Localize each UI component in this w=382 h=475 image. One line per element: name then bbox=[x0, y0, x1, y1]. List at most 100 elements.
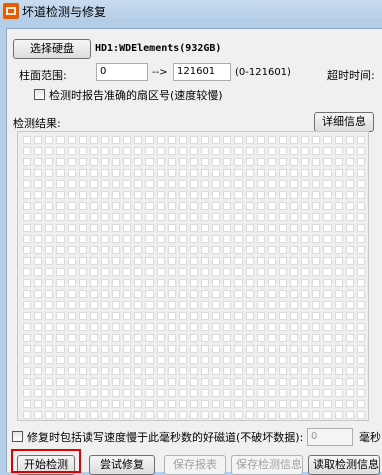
grid-cell bbox=[278, 257, 288, 265]
grid-cell bbox=[323, 411, 332, 419]
grid-cell bbox=[167, 180, 176, 188]
grid-cell bbox=[278, 312, 288, 320]
grid-cell bbox=[78, 279, 87, 287]
grid-cell bbox=[145, 191, 154, 199]
grid-cell bbox=[123, 257, 132, 265]
grid-cell bbox=[212, 345, 221, 353]
grid-cell bbox=[312, 301, 321, 309]
grid-cell bbox=[312, 279, 321, 287]
grid-cell bbox=[301, 279, 310, 287]
grid-cell bbox=[56, 213, 65, 221]
grid-cell bbox=[201, 224, 210, 232]
grid-cell bbox=[67, 290, 76, 298]
grid-cell bbox=[189, 257, 199, 265]
grid-cell bbox=[345, 257, 354, 265]
grid-cell bbox=[178, 268, 187, 276]
grid-cell bbox=[245, 345, 254, 353]
grid-cell bbox=[78, 411, 87, 419]
grid-cell bbox=[256, 213, 265, 221]
repair-slow-checkbox[interactable] bbox=[12, 431, 23, 442]
grid-cell bbox=[123, 301, 132, 309]
grid-cell bbox=[312, 268, 321, 276]
grid-cell bbox=[234, 290, 243, 298]
grid-cell bbox=[323, 279, 332, 287]
grid-cell bbox=[167, 411, 176, 419]
grid-cell bbox=[301, 147, 310, 155]
repair-ms-input[interactable]: 0 bbox=[307, 428, 353, 446]
load-scan-info-button[interactable]: 读取检测信息 bbox=[308, 455, 380, 475]
grid-cell bbox=[201, 169, 210, 177]
grid-cell bbox=[312, 389, 321, 397]
grid-cell bbox=[356, 290, 365, 298]
details-button[interactable]: 详细信息 bbox=[314, 112, 374, 132]
grid-cell bbox=[267, 411, 276, 419]
grid-cell bbox=[256, 136, 265, 144]
grid-cell bbox=[189, 158, 199, 166]
grid-cell bbox=[245, 180, 254, 188]
report-sector-checkbox[interactable] bbox=[34, 89, 45, 100]
grid-cell bbox=[156, 136, 165, 144]
grid-cell bbox=[356, 323, 365, 331]
grid-cell bbox=[45, 191, 54, 199]
grid-cell bbox=[56, 180, 65, 188]
grid-cell bbox=[78, 180, 87, 188]
grid-cell bbox=[89, 279, 98, 287]
grid-cell bbox=[312, 400, 321, 408]
grid-cell bbox=[245, 312, 254, 320]
grid-cell bbox=[67, 323, 76, 331]
grid-cell bbox=[156, 147, 165, 155]
grid-cell bbox=[290, 224, 299, 232]
grid-cell bbox=[78, 345, 87, 353]
grid-cell bbox=[34, 400, 43, 408]
grid-cell bbox=[201, 301, 210, 309]
grid-cell bbox=[178, 180, 187, 188]
grid-cell bbox=[356, 389, 365, 397]
grid-cell bbox=[145, 257, 154, 265]
grid-cell bbox=[56, 169, 65, 177]
cylinder-start-input[interactable]: 0 bbox=[96, 63, 148, 81]
grid-cell bbox=[134, 224, 143, 232]
grid-cell bbox=[145, 213, 154, 221]
save-report-button[interactable]: 保存报表 bbox=[164, 455, 226, 475]
grid-cell bbox=[178, 169, 187, 177]
grid-cell bbox=[356, 257, 365, 265]
cylinder-end-input[interactable]: 121601 bbox=[173, 63, 231, 81]
grid-cell bbox=[134, 378, 143, 386]
grid-cell bbox=[123, 411, 132, 419]
grid-cell bbox=[78, 191, 87, 199]
try-repair-button[interactable]: 尝试修复 bbox=[89, 455, 155, 475]
grid-cell bbox=[67, 147, 76, 155]
grid-cell bbox=[100, 268, 110, 276]
grid-cell bbox=[123, 268, 132, 276]
select-disk-button[interactable]: 选择硬盘 bbox=[13, 39, 91, 59]
grid-cell bbox=[145, 389, 154, 397]
grid-cell bbox=[23, 301, 32, 309]
grid-cell bbox=[178, 345, 187, 353]
grid-cell bbox=[89, 268, 98, 276]
grid-cell bbox=[156, 268, 165, 276]
grid-cell bbox=[23, 312, 32, 320]
grid-cell bbox=[267, 213, 276, 221]
grid-cell bbox=[89, 213, 98, 221]
grid-cell bbox=[100, 158, 110, 166]
grid-cell bbox=[212, 334, 221, 342]
grid-cell bbox=[312, 345, 321, 353]
grid-cell bbox=[301, 169, 310, 177]
grid-cell bbox=[267, 279, 276, 287]
grid-cell bbox=[278, 235, 288, 243]
grid-cell bbox=[356, 268, 365, 276]
grid-cell bbox=[123, 158, 132, 166]
grid-cell bbox=[45, 312, 54, 320]
grid-cell bbox=[223, 147, 232, 155]
save-scan-info-button[interactable]: 保存检测信息 bbox=[231, 455, 303, 475]
grid-cell bbox=[267, 257, 276, 265]
grid-cell bbox=[145, 334, 154, 342]
grid-cell bbox=[201, 312, 210, 320]
grid-cell bbox=[112, 136, 121, 144]
grid-cell bbox=[134, 202, 143, 210]
grid-cell bbox=[234, 400, 243, 408]
grid-cell bbox=[345, 345, 354, 353]
grid-cell bbox=[267, 378, 276, 386]
grid-cell bbox=[78, 213, 87, 221]
grid-cell bbox=[223, 202, 232, 210]
